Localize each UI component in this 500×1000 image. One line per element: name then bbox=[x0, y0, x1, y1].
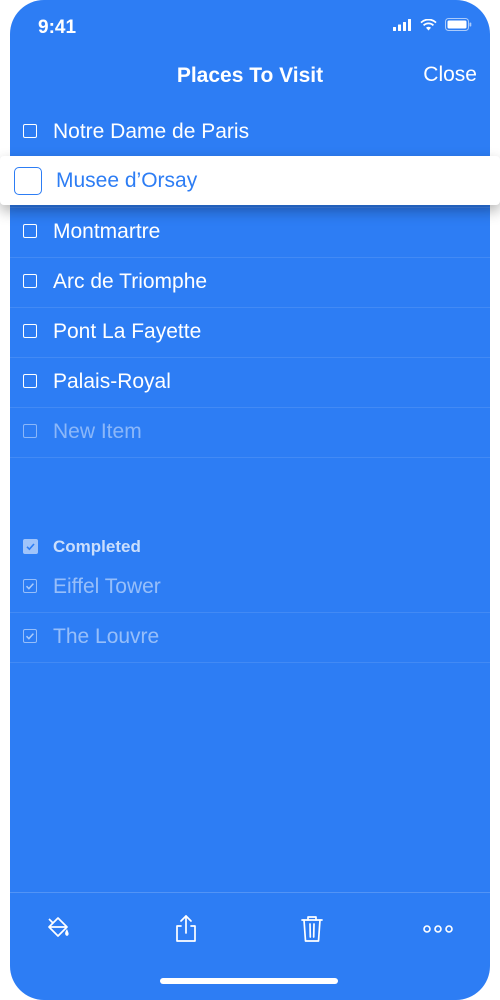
battery-icon bbox=[445, 18, 472, 36]
cellular-signal-icon bbox=[393, 18, 412, 36]
app-screen: 9:41 Places To Visit Close Notre Dame de… bbox=[10, 0, 490, 1000]
status-time: 9:41 bbox=[38, 17, 77, 38]
completed-item[interactable]: Eiffel Tower bbox=[10, 563, 490, 613]
checkbox[interactable] bbox=[23, 224, 37, 238]
list-item[interactable]: Arc de Triomphe bbox=[10, 258, 490, 308]
list-item-label: Palais-Royal bbox=[53, 370, 171, 393]
list-item[interactable]: Montmartre bbox=[10, 208, 490, 258]
checkbox[interactable] bbox=[23, 124, 37, 138]
checkbox[interactable] bbox=[14, 167, 42, 195]
wifi-icon bbox=[420, 18, 437, 36]
list-item-label: Notre Dame de Paris bbox=[53, 120, 250, 143]
paint-bucket-icon[interactable] bbox=[43, 913, 75, 945]
home-indicator[interactable] bbox=[160, 978, 338, 984]
bottom-toolbar bbox=[10, 892, 490, 963]
list-item[interactable]: Pont La Fayette bbox=[10, 308, 490, 358]
new-item-placeholder[interactable]: New Item bbox=[53, 420, 142, 444]
list-item[interactable]: Palais-Royal bbox=[10, 358, 490, 408]
checkbox[interactable] bbox=[23, 374, 37, 388]
checkbox[interactable] bbox=[23, 324, 37, 338]
list-item[interactable]: Notre Dame de Paris bbox=[10, 108, 490, 158]
new-item-row[interactable]: New Item bbox=[10, 408, 490, 458]
page-title: Places To Visit bbox=[176, 64, 324, 87]
completed-checkbox-icon bbox=[23, 539, 38, 554]
dragging-item-label: Musee d’Orsay bbox=[56, 169, 198, 192]
completed-section-header[interactable]: Completed bbox=[10, 523, 490, 563]
completed-label: Completed bbox=[53, 537, 141, 556]
status-bar: 9:41 bbox=[10, 0, 490, 50]
dragging-list-item[interactable]: Musee d’Orsay bbox=[0, 156, 500, 205]
trash-icon[interactable] bbox=[296, 913, 328, 945]
completed-item-label: Eiffel Tower bbox=[53, 575, 161, 598]
more-icon[interactable] bbox=[422, 913, 454, 945]
close-button[interactable]: Close bbox=[423, 63, 477, 87]
completed-item-label: The Louvre bbox=[53, 625, 160, 648]
list-item-label: Pont La Fayette bbox=[53, 320, 202, 343]
checked-checkbox[interactable] bbox=[23, 629, 37, 643]
share-icon[interactable] bbox=[170, 913, 202, 945]
list-item-label: Arc de Triomphe bbox=[53, 270, 208, 293]
status-icons bbox=[393, 18, 472, 36]
checked-checkbox[interactable] bbox=[23, 579, 37, 593]
checkbox[interactable] bbox=[23, 274, 37, 288]
list-item-label: Montmartre bbox=[53, 220, 161, 243]
checkbox bbox=[23, 424, 37, 438]
completed-item[interactable]: The Louvre bbox=[10, 613, 490, 663]
